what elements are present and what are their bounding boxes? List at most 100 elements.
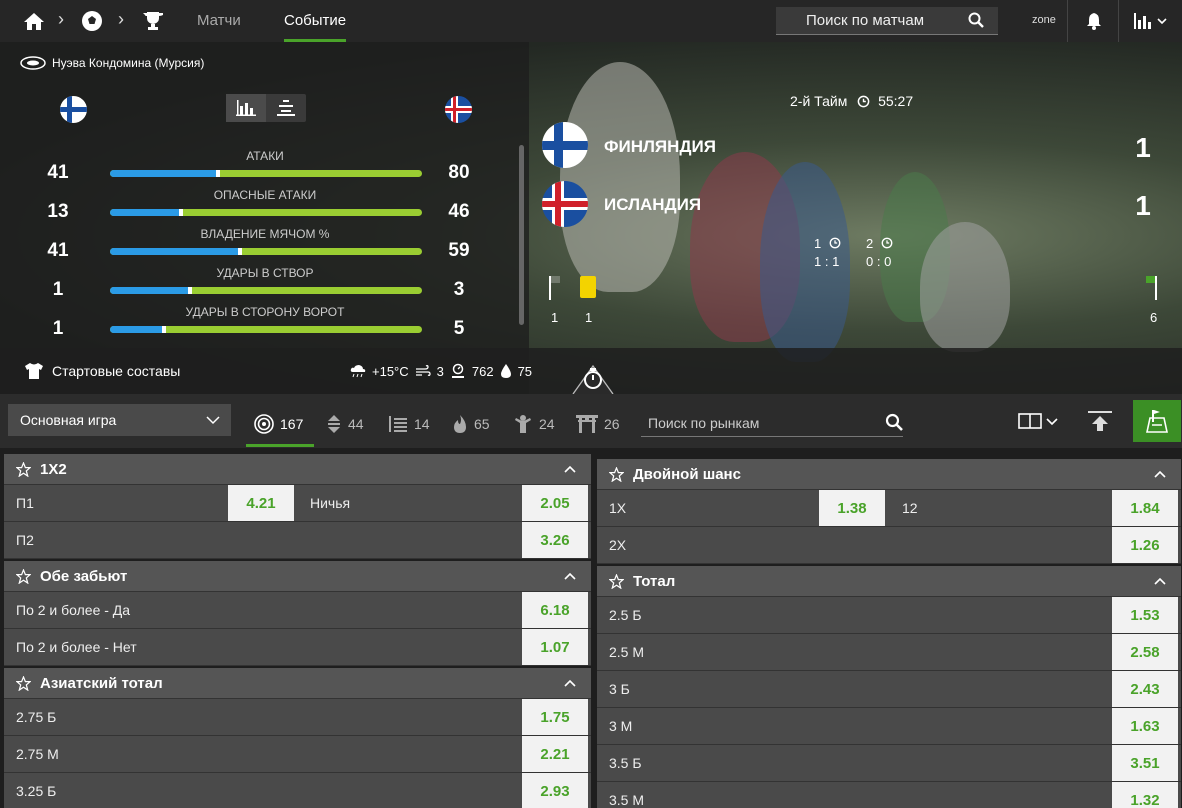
target-icon <box>254 414 274 434</box>
market-header[interactable]: 1X2 <box>4 454 591 485</box>
wind-speed: 3 <box>436 363 444 379</box>
market-search-placeholder: Поиск по рынкам <box>648 414 760 431</box>
filter-all[interactable]: 167 <box>254 414 303 434</box>
star-icon[interactable] <box>609 573 624 589</box>
market-title: 1X2 <box>40 460 67 478</box>
outcome-label: П1 <box>16 495 34 511</box>
tab-event[interactable]: Событие <box>284 0 347 42</box>
stat-home-value: 41 <box>47 162 69 183</box>
field-view-icon[interactable] <box>1133 400 1181 442</box>
collapse-up-icon[interactable] <box>1087 408 1113 434</box>
odds-button[interactable]: 1.84 <box>1112 490 1178 526</box>
second-half: 2 0 : 0 <box>866 236 893 269</box>
odds-button[interactable]: 2.21 <box>522 736 588 772</box>
star-icon[interactable] <box>16 568 31 584</box>
trophy-icon[interactable] <box>141 10 165 32</box>
odds-button[interactable]: 3.51 <box>1112 745 1178 781</box>
outcome-label: По 2 и более - Да <box>16 602 131 618</box>
updown-arrows-icon <box>328 415 340 433</box>
odds-button[interactable]: 1.75 <box>522 699 588 735</box>
market-group-select[interactable]: Основная игра <box>8 404 231 436</box>
market-header[interactable]: Тотал <box>597 566 1181 597</box>
columns-layout-icon[interactable] <box>1018 408 1062 434</box>
chevron-up-icon[interactable] <box>563 463 577 477</box>
home-icon[interactable] <box>22 10 46 32</box>
search-icon[interactable] <box>968 12 984 32</box>
stat-away-value: 80 <box>448 162 470 183</box>
odds-button[interactable]: 2.43 <box>1112 671 1178 707</box>
star-icon[interactable] <box>16 675 31 691</box>
wind-icon <box>415 365 431 376</box>
outcome-label: 3.5 М <box>609 792 645 808</box>
stat-comparison-bar <box>110 326 422 333</box>
chevron-up-icon[interactable] <box>563 570 577 584</box>
corner-flag-icon <box>1146 276 1160 305</box>
odds-button[interactable]: 4.21 <box>228 485 294 521</box>
venue: Нуэва Кондомина (Мурсия) <box>20 55 204 71</box>
clock-icon <box>881 237 893 249</box>
star-icon[interactable] <box>609 466 624 482</box>
stat-label: УДАРЫ В СТОРОНУ ВОРОТ <box>185 305 345 319</box>
filter-count: 24 <box>539 416 555 432</box>
yellow-cards-count: 1 <box>585 310 593 325</box>
market-row: 3.5 М 1.32 <box>597 782 1181 808</box>
stats-scrollbar[interactable] <box>519 145 524 325</box>
gate-icon <box>576 415 598 433</box>
market-row: 3 Б 2.43 <box>597 671 1181 708</box>
match-search-label: Поиск по матчам <box>806 12 925 29</box>
divider <box>1067 0 1068 42</box>
finland-flag-icon <box>542 122 588 168</box>
market-header[interactable]: Обе забьют <box>4 561 591 592</box>
humidity: 75 <box>517 363 533 379</box>
filter-handicap[interactable]: 44 <box>326 414 364 434</box>
odds-button[interactable]: 3.26 <box>522 522 588 558</box>
tab-matches[interactable]: Матчи <box>197 0 241 42</box>
market-search-field[interactable]: Поиск по рынкам <box>641 409 903 437</box>
market-header[interactable]: Двойной шанс <box>597 459 1181 490</box>
filter-popular[interactable]: 65 <box>452 414 490 434</box>
lineups-link[interactable]: Стартовые составы <box>24 362 180 380</box>
odds-button[interactable]: 2.93 <box>522 773 588 808</box>
odds-button[interactable]: 1.26 <box>1112 527 1178 563</box>
stopwatch-tab[interactable] <box>570 354 616 394</box>
filter-gates[interactable]: 26 <box>576 414 620 434</box>
star-icon[interactable] <box>16 461 31 477</box>
stat-divider <box>215 170 220 177</box>
stat-home-fill <box>110 287 188 294</box>
outcome-label: 3 Б <box>609 681 630 697</box>
chevron-up-icon[interactable] <box>1153 575 1167 589</box>
odds-button[interactable]: 1.38 <box>819 490 885 526</box>
active-filter-indicator <box>246 444 314 447</box>
outcome-label: 12 <box>902 500 918 516</box>
market-header[interactable]: Азиатский тотал <box>4 668 591 699</box>
list-view-icon[interactable] <box>266 94 306 122</box>
search-icon[interactable] <box>885 413 903 434</box>
match-search-field[interactable]: Поиск по матчам <box>776 7 998 35</box>
divider <box>1118 0 1119 42</box>
odds-button[interactable]: 1.53 <box>1112 597 1178 633</box>
odds-button[interactable]: 1.32 <box>1112 782 1178 808</box>
odds-button[interactable]: 2.05 <box>522 485 588 521</box>
filter-players[interactable]: 24 <box>513 414 555 434</box>
outcome-label: 3.25 Б <box>16 783 57 799</box>
team2-score: 1 <box>1135 190 1151 221</box>
rain-cloud-icon <box>350 365 366 378</box>
stat-comparison-bar <box>110 287 422 294</box>
odds-button[interactable]: 6.18 <box>522 592 588 628</box>
odds-button[interactable]: 1.63 <box>1112 708 1178 744</box>
odds-button[interactable]: 1.07 <box>522 629 588 665</box>
stat-home-value: 1 <box>52 279 64 300</box>
chevron-up-icon[interactable] <box>1153 468 1167 482</box>
filter-count: 14 <box>414 416 430 432</box>
bar-chart-view-icon[interactable] <box>226 94 266 122</box>
outcome-label: 2.75 Б <box>16 709 57 725</box>
odds-button[interactable]: 2.58 <box>1112 634 1178 670</box>
soccer-ball-icon[interactable] <box>80 10 104 32</box>
chevron-up-icon[interactable] <box>563 677 577 691</box>
filter-totals[interactable]: 14 <box>388 414 430 434</box>
zone-button[interactable]: zone <box>1032 14 1056 26</box>
outcome-label: По 2 и более - Нет <box>16 639 137 655</box>
bell-icon[interactable] <box>1082 10 1106 32</box>
stat-comparison-bar <box>110 248 422 255</box>
stats-menu-icon[interactable] <box>1130 10 1170 32</box>
